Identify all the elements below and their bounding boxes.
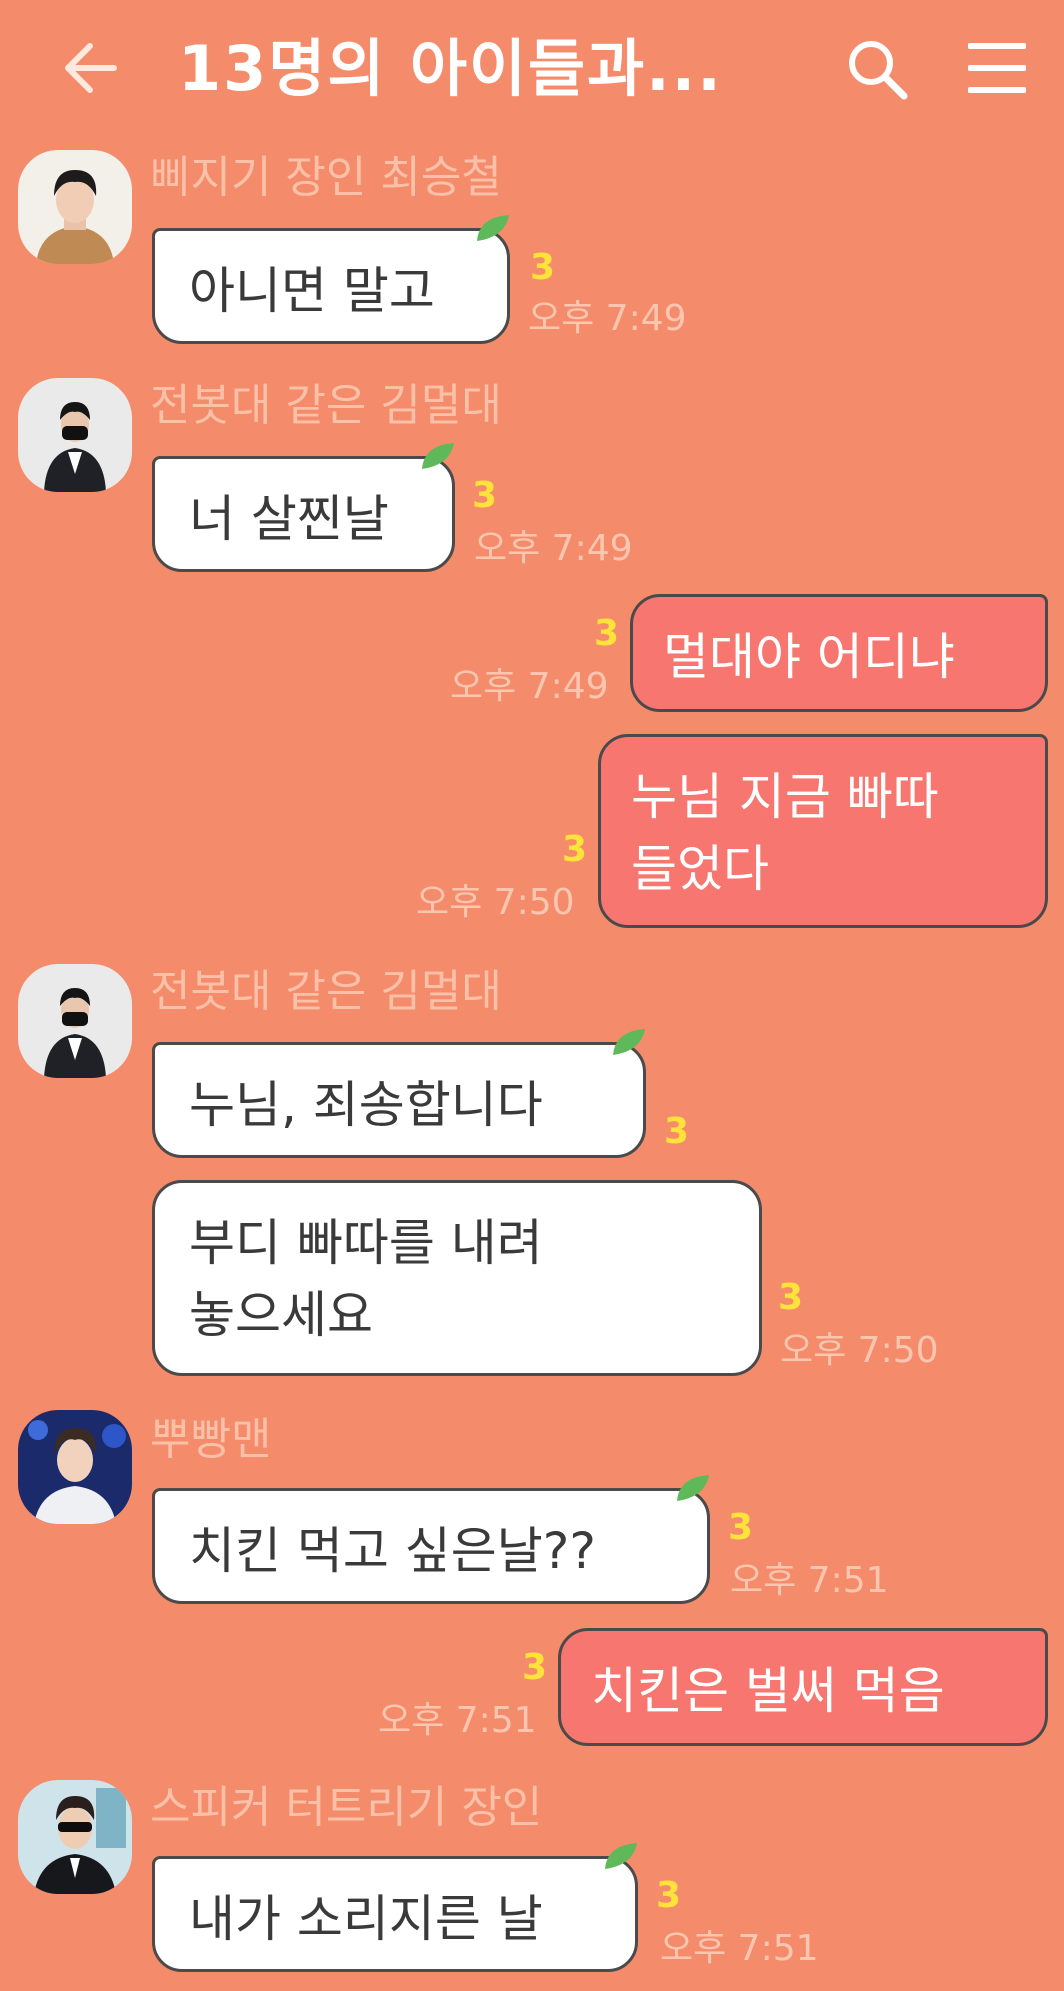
sender-name: 전봇대 같은 김멀대 (150, 380, 502, 431)
unread-count: 3 (594, 613, 620, 654)
unread-count: 3 (778, 1277, 804, 1318)
message-bubble[interactable]: 누님 지금 빠따 들었다 (598, 734, 1048, 928)
message-bubble[interactable]: 누님, 죄송합니다 (152, 1029, 646, 1158)
sender-name: 전봇대 같은 김멀대 (150, 966, 502, 1017)
message-text: 치킨 먹고 싶은날?? (189, 1522, 596, 1580)
timestamp: 오후 7:51 (378, 1700, 537, 1741)
avatar[interactable] (18, 1780, 132, 1894)
timestamp: 오후 7:50 (780, 1330, 939, 1371)
message-text: 내가 소리지른 날 (189, 1890, 543, 1948)
message-text-line: 놓으세요 (189, 1286, 373, 1344)
search-icon[interactable] (846, 38, 908, 100)
timestamp: 오후 7:49 (528, 298, 687, 339)
message-text-line: 들었다 (631, 840, 769, 898)
message-bubble[interactable]: 부디 빠따를 내려 놓으세요 (152, 1180, 762, 1376)
message-text-line: 누님 지금 빠따 (631, 768, 939, 826)
timestamp: 오후 7:49 (450, 666, 609, 707)
unread-count: 3 (530, 247, 556, 288)
avatar[interactable] (18, 1410, 132, 1524)
timestamp: 오후 7:51 (730, 1560, 889, 1601)
message-text-line: 부디 빠따를 내려 (189, 1214, 543, 1272)
message-bubble[interactable]: 아니면 말고 (152, 215, 510, 344)
message-bubble[interactable]: 멀대야 어디냐 (630, 594, 1048, 712)
chat-title: 13명의 아이들과... (178, 32, 723, 105)
message-text: 아니면 말고 (189, 262, 435, 320)
unread-count: 3 (664, 1111, 690, 1152)
unread-count: 3 (472, 475, 498, 516)
unread-count: 3 (656, 1875, 682, 1916)
unread-count: 3 (522, 1647, 548, 1688)
message-text: 누님, 죄송합니다 (189, 1076, 543, 1134)
unread-count: 3 (728, 1507, 754, 1548)
timestamp: 오후 7:50 (416, 882, 575, 923)
sender-name: 뿌빵맨 (150, 1414, 272, 1465)
message-text: 치킨은 벌써 먹음 (591, 1662, 945, 1720)
message-text: 너 살찐날 (189, 490, 389, 548)
unread-count: 3 (562, 829, 588, 870)
sender-name: 삐지기 장인 최승철 (150, 152, 502, 203)
leaf-icon (677, 1475, 709, 1501)
avatar[interactable] (18, 150, 132, 264)
leaf-icon (422, 443, 454, 469)
sender-name: 스피커 터트리기 장인 (150, 1782, 543, 1833)
leaf-icon (477, 215, 509, 241)
hamburger-menu-icon[interactable] (968, 40, 1026, 96)
timestamp: 오후 7:49 (474, 528, 633, 569)
message-bubble[interactable]: 너 살찐날 (152, 443, 455, 572)
leaf-icon (605, 1843, 637, 1869)
arrow-left-icon[interactable] (60, 38, 120, 98)
message-bubble[interactable]: 치킨 먹고 싶은날?? (152, 1475, 710, 1604)
message-bubble[interactable]: 내가 소리지른 날 (152, 1843, 638, 1972)
avatar[interactable] (18, 378, 132, 492)
message-text: 멀대야 어디냐 (663, 628, 955, 686)
avatar[interactable] (18, 964, 132, 1078)
chat-header: 13명의 아이들과... (0, 0, 1064, 135)
leaf-icon (613, 1029, 645, 1055)
message-bubble[interactable]: 치킨은 벌써 먹음 (558, 1628, 1048, 1746)
timestamp: 오후 7:51 (660, 1928, 819, 1969)
